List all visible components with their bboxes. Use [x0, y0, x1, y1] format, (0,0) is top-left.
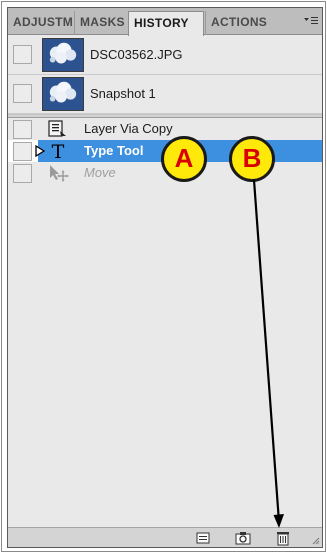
- panel-bottom-toolbar: [8, 527, 322, 547]
- snapshot-thumbnail: [42, 38, 84, 72]
- panel-tab-bar: ADJUSTM MASKS HISTORY ACTIONS: [8, 8, 322, 36]
- annotation-marker-a: A: [161, 136, 207, 182]
- history-step-label: Move: [84, 165, 116, 180]
- resize-grip-icon[interactable]: [312, 537, 320, 545]
- layer-via-copy-icon: [48, 120, 66, 137]
- new-document-icon[interactable]: [194, 530, 212, 546]
- svg-text:T: T: [52, 141, 65, 161]
- history-brush-source-checkbox[interactable]: [13, 142, 32, 161]
- tab-adjustments[interactable]: ADJUSTM: [8, 11, 74, 35]
- window-frame: ADJUSTM MASKS HISTORY ACTIONS DSC03562.J…: [1, 1, 326, 552]
- history-brush-source-checkbox[interactable]: [13, 120, 32, 139]
- tab-history[interactable]: HISTORY: [128, 11, 204, 36]
- annotation-marker-b: B: [229, 136, 275, 182]
- snapshot-label: DSC03562.JPG: [90, 47, 183, 62]
- history-step-layer-via-copy[interactable]: Layer Via Copy: [8, 118, 322, 140]
- trash-icon[interactable]: [274, 530, 292, 546]
- snapshot-row-1[interactable]: Snapshot 1: [8, 75, 322, 114]
- snapshot-thumbnail: [42, 77, 84, 111]
- history-brush-source-checkbox[interactable]: [13, 84, 32, 103]
- history-panel: ADJUSTM MASKS HISTORY ACTIONS DSC03562.J…: [7, 7, 323, 548]
- history-brush-source-checkbox[interactable]: [13, 45, 32, 64]
- history-step-label: Type Tool: [84, 143, 144, 158]
- tab-masks[interactable]: MASKS: [74, 11, 128, 35]
- snapshot-row-original[interactable]: DSC03562.JPG: [8, 36, 322, 75]
- type-tool-icon: T: [52, 141, 65, 161]
- history-step-label: Layer Via Copy: [84, 121, 173, 136]
- move-tool-icon: [50, 165, 69, 182]
- camera-icon[interactable]: [234, 530, 252, 546]
- panel-menu-icon[interactable]: [304, 16, 318, 26]
- snapshot-label: Snapshot 1: [90, 86, 156, 101]
- tab-actions[interactable]: ACTIONS: [205, 11, 273, 35]
- history-brush-source-checkbox[interactable]: [13, 164, 32, 183]
